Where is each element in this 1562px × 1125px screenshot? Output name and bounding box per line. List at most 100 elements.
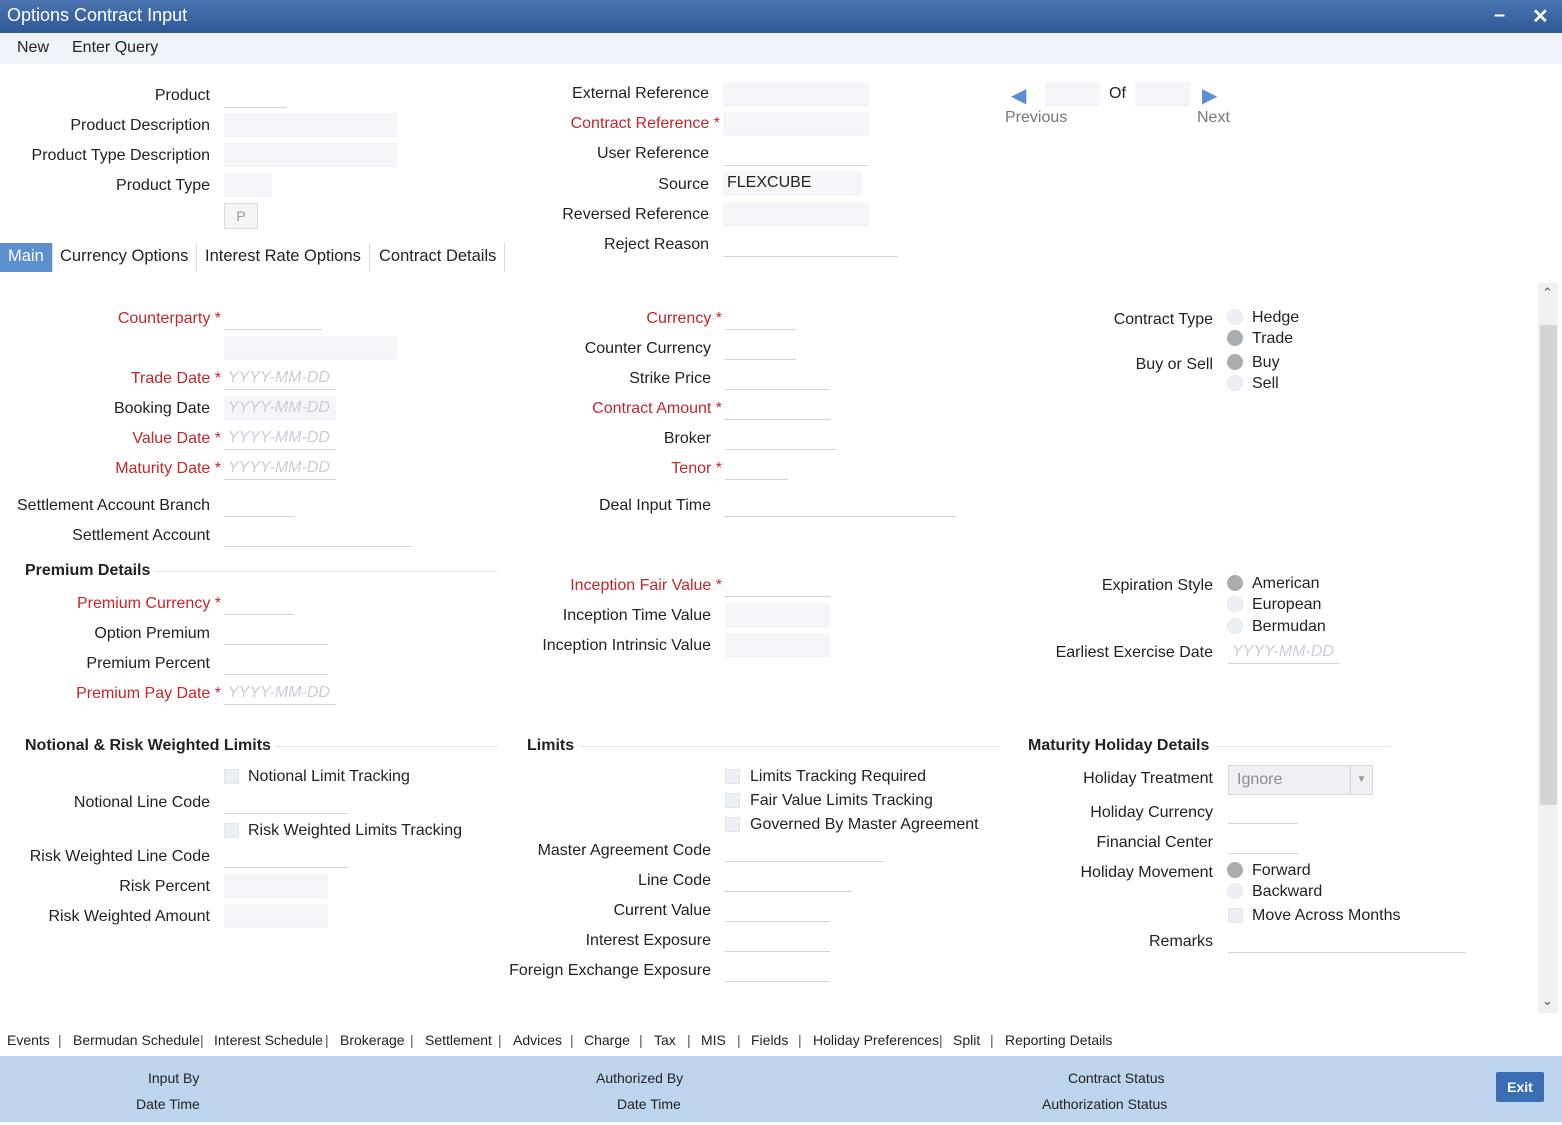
- new-button[interactable]: New: [17, 39, 49, 57]
- reject-reason-input[interactable]: [723, 233, 898, 257]
- counterparty-input[interactable]: [224, 306, 322, 330]
- currency-input[interactable]: [725, 306, 796, 330]
- counterparty-name-input[interactable]: [224, 336, 397, 360]
- inception-fair-value-input[interactable]: [725, 573, 830, 597]
- buy-radio[interactable]: [1227, 354, 1243, 370]
- fair-value-limits-tracking-checkbox[interactable]: [725, 793, 740, 808]
- contract-amount-input[interactable]: [725, 396, 830, 420]
- tab-main[interactable]: Main: [0, 243, 53, 272]
- contract-reference-input[interactable]: [723, 112, 869, 136]
- line-code-input[interactable]: [725, 868, 851, 892]
- product-input[interactable]: [224, 84, 286, 108]
- scrollbar-thumb[interactable]: [1540, 325, 1557, 805]
- american-radio[interactable]: [1227, 575, 1243, 591]
- value-date-input[interactable]: [224, 426, 336, 450]
- counter-currency-input[interactable]: [725, 336, 796, 360]
- enter-query-button[interactable]: Enter Query: [72, 39, 158, 57]
- scroll-down-icon[interactable]: ⌄: [1542, 993, 1553, 1009]
- scroll-up-icon[interactable]: ⌃: [1542, 285, 1553, 301]
- master-agreement-code-input[interactable]: [725, 838, 885, 862]
- events-link[interactable]: Events: [7, 1032, 50, 1048]
- tenor-input[interactable]: [725, 456, 788, 480]
- exit-button[interactable]: Exit: [1496, 1072, 1544, 1102]
- tax-link[interactable]: Tax: [654, 1032, 676, 1048]
- tab-interest-rate-options[interactable]: Interest Rate Options: [197, 243, 370, 272]
- booking-date-input[interactable]: [224, 396, 336, 420]
- product-type-description-input[interactable]: [224, 143, 397, 167]
- minimize-icon[interactable]: –: [1494, 4, 1505, 27]
- next-button[interactable]: Next: [1197, 109, 1230, 127]
- inception-intrinsic-value-input[interactable]: [725, 633, 830, 657]
- limits-tracking-required-checkbox[interactable]: [725, 769, 740, 784]
- tab-currency-options[interactable]: Currency Options: [52, 243, 198, 272]
- bermudan-radio[interactable]: [1227, 618, 1243, 634]
- holiday-treatment-select[interactable]: Ignore ▼: [1228, 765, 1373, 795]
- brokerage-link[interactable]: Brokerage: [340, 1032, 405, 1048]
- european-radio[interactable]: [1227, 596, 1243, 612]
- previous-arrow-icon[interactable]: ◀: [1011, 83, 1026, 108]
- financial-center-input[interactable]: [1228, 830, 1298, 854]
- backward-radio[interactable]: [1227, 883, 1243, 899]
- reversed-reference-input[interactable]: [723, 202, 869, 226]
- premium-pay-date-input[interactable]: [224, 681, 336, 705]
- mis-link[interactable]: MIS: [701, 1032, 726, 1048]
- current-record-input[interactable]: [1045, 82, 1100, 106]
- user-reference-input[interactable]: [723, 142, 869, 166]
- risk-percent-input[interactable]: [224, 874, 328, 898]
- interest-schedule-link[interactable]: Interest Schedule: [214, 1032, 323, 1048]
- trade-radio[interactable]: [1227, 330, 1243, 346]
- notional-limit-tracking-checkbox[interactable]: [224, 769, 239, 784]
- input-date-time-label: Date Time: [136, 1096, 200, 1112]
- limits-tracking-required-label: Limits Tracking Required: [750, 768, 927, 785]
- fields-link[interactable]: Fields: [751, 1032, 788, 1048]
- holiday-movement-label: Holiday Movement: [1080, 864, 1214, 881]
- split-link[interactable]: Split: [953, 1032, 980, 1048]
- contract-reference-label: Contract Reference: [500, 115, 720, 133]
- premium-percent-input[interactable]: [224, 651, 328, 675]
- deal-input-time-input[interactable]: [725, 493, 956, 517]
- maturity-date-input[interactable]: [224, 456, 336, 480]
- move-across-months-checkbox[interactable]: [1228, 908, 1243, 923]
- remarks-input[interactable]: [1228, 929, 1466, 953]
- option-premium-label: Option Premium: [94, 625, 210, 642]
- holiday-preferences-link[interactable]: Holiday Preferences: [813, 1032, 939, 1048]
- strike-price-input[interactable]: [725, 366, 830, 390]
- external-reference-input[interactable]: [723, 82, 869, 106]
- forward-radio[interactable]: [1227, 862, 1243, 878]
- product-type-input[interactable]: [224, 173, 272, 197]
- risk-weighted-line-code-input[interactable]: [224, 844, 349, 868]
- reporting-details-link[interactable]: Reporting Details: [1005, 1032, 1112, 1048]
- source-input[interactable]: [723, 171, 862, 195]
- european-label: European: [1252, 596, 1322, 613]
- option-premium-input[interactable]: [224, 621, 328, 645]
- charge-link[interactable]: Charge: [584, 1032, 630, 1048]
- bermudan-schedule-link[interactable]: Bermudan Schedule: [73, 1032, 200, 1048]
- interest-exposure-input[interactable]: [725, 928, 830, 952]
- trade-label: Trade: [1252, 330, 1294, 347]
- total-records-input[interactable]: [1135, 82, 1190, 106]
- current-value-input[interactable]: [725, 898, 830, 922]
- risk-weighted-limits-tracking-checkbox[interactable]: [224, 823, 239, 838]
- hedge-radio[interactable]: [1227, 309, 1243, 325]
- previous-button[interactable]: Previous: [1005, 109, 1067, 127]
- advices-link[interactable]: Advices: [513, 1032, 562, 1048]
- trade-date-input[interactable]: [224, 366, 336, 390]
- settlement-account-branch-input[interactable]: [224, 493, 295, 517]
- next-arrow-icon[interactable]: ▶: [1202, 83, 1217, 108]
- governed-by-master-agreement-checkbox[interactable]: [725, 817, 740, 832]
- premium-currency-input[interactable]: [224, 591, 294, 615]
- settlement-link[interactable]: Settlement: [425, 1032, 492, 1048]
- holiday-currency-input[interactable]: [1228, 800, 1298, 824]
- product-description-input[interactable]: [224, 113, 397, 137]
- tab-contract-details[interactable]: Contract Details: [371, 243, 506, 272]
- foreign-exchange-exposure-input[interactable]: [725, 958, 830, 982]
- close-icon[interactable]: ✕: [1532, 4, 1549, 29]
- notional-line-code-input[interactable]: [224, 790, 349, 814]
- sell-radio[interactable]: [1227, 375, 1243, 391]
- inception-time-value-input[interactable]: [725, 603, 830, 627]
- settlement-account-input[interactable]: [224, 523, 413, 547]
- risk-weighted-amount-input[interactable]: [224, 904, 328, 928]
- broker-input[interactable]: [725, 426, 837, 450]
- earliest-exercise-date-input[interactable]: [1228, 640, 1339, 664]
- p-button[interactable]: P: [224, 203, 258, 229]
